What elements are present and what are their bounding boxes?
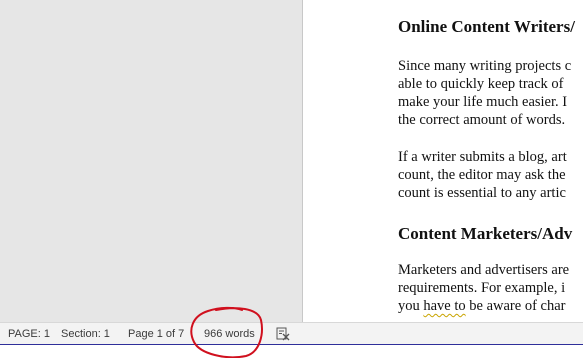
paragraph-line: the correct amount of words. (398, 112, 566, 128)
divider (0, 344, 583, 345)
heading-online-content-writers: Online Content Writers/ (398, 17, 575, 36)
status-page-number[interactable]: PAGE: 1 (6, 323, 52, 345)
paragraph-line: make your life much easier. I (398, 94, 568, 110)
paragraph-line: Since many writing projects c (398, 58, 572, 74)
paragraph-line: If a writer submits a blog, art (398, 149, 567, 165)
status-word-count[interactable]: 966 words (202, 323, 257, 345)
paragraph-line: count, the editor may ask the (398, 167, 566, 183)
taskbar-edge (0, 344, 583, 358)
paragraph-line: able to quickly keep track of (398, 76, 564, 92)
document-page[interactable]: Online Content Writers/ Since many writi… (303, 0, 583, 322)
heading-content-marketers: Content Marketers/Adv (398, 224, 573, 243)
text-span: be aware of char (465, 298, 566, 314)
track-changes-icon[interactable] (276, 327, 290, 341)
status-section[interactable]: Section: 1 (59, 323, 112, 345)
paragraph-line: Marketers and advertisers are (398, 262, 570, 278)
paragraph-line: requirements. For example, i (398, 280, 566, 296)
grammar-flag[interactable]: have to (423, 298, 465, 314)
text-span: you (398, 298, 424, 314)
status-page-of[interactable]: Page 1 of 7 (126, 323, 186, 345)
document-canvas[interactable]: Online Content Writers/ Since many writi… (0, 0, 583, 322)
paragraph-line: count is essential to any artic (398, 185, 566, 201)
paragraph-line: you have to be aware of char (398, 298, 565, 315)
status-bar: PAGE: 1 Section: 1 Page 1 of 7 966 words (0, 322, 583, 345)
